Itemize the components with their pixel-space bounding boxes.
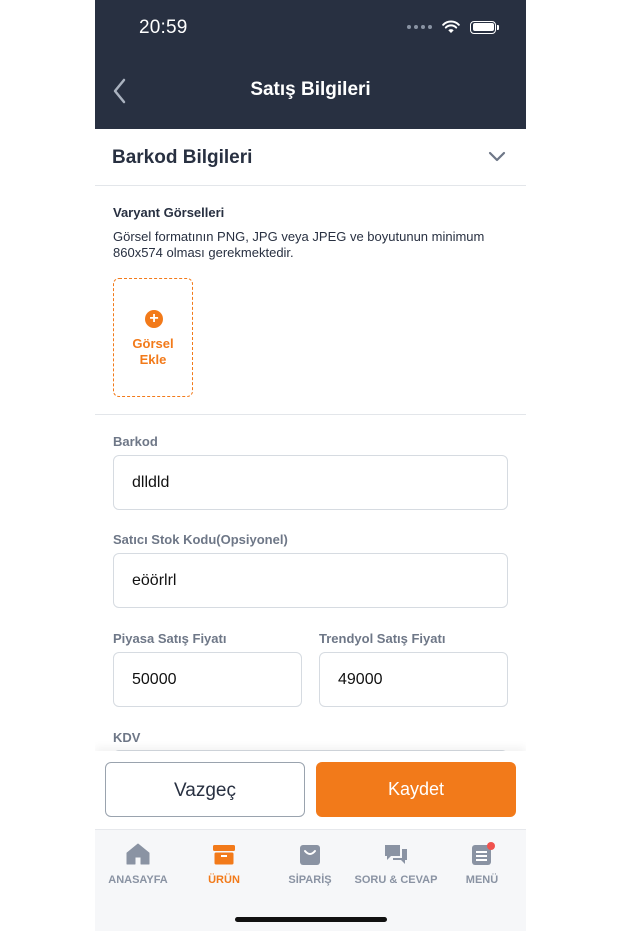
menu-icon	[472, 842, 495, 865]
status-icons	[407, 20, 499, 34]
tab-label: MENÜ	[465, 874, 499, 886]
tab-label: ÜRÜN	[208, 874, 240, 886]
home-indicator	[235, 917, 387, 922]
variant-images-title: Varyant Görselleri	[113, 205, 225, 220]
tab-orders[interactable]: SİPARİŞ	[267, 842, 353, 886]
chevron-down-icon[interactable]	[488, 149, 506, 165]
tab-questions[interactable]: SORU & CEVAP	[353, 842, 439, 886]
variant-images-description: Görsel formatının PNG, JPG veya JPEG ve …	[113, 229, 485, 260]
cellular-signal-icon	[407, 25, 432, 29]
save-button[interactable]: Kaydet	[316, 762, 516, 817]
market-price-input[interactable]: 50000	[113, 652, 302, 707]
shopping-bag-icon	[300, 845, 320, 865]
box-icon	[213, 845, 235, 865]
divider	[95, 414, 526, 415]
market-price-label: Piyasa Satış Fiyatı	[113, 631, 227, 646]
status-time: 20:59	[139, 17, 188, 38]
chat-icon	[385, 845, 407, 864]
tab-label: ANASAYFA	[108, 874, 168, 886]
action-bar: Vazgeç Kaydet	[95, 751, 526, 829]
add-image-label: Görsel Ekle	[132, 336, 174, 367]
cancel-button[interactable]: Vazgeç	[105, 762, 305, 817]
stock-code-input[interactable]: eöörlrl	[113, 553, 508, 608]
plus-circle-icon: +	[145, 310, 163, 328]
barcode-label: Barkod	[113, 434, 158, 449]
battery-icon	[470, 20, 499, 34]
tab-home[interactable]: ANASAYFA	[95, 842, 181, 886]
home-icon	[126, 843, 150, 865]
notification-dot	[487, 842, 495, 850]
tab-label: SİPARİŞ	[288, 874, 332, 886]
tab-label: SORU & CEVAP	[354, 874, 438, 886]
tab-product[interactable]: ÜRÜN	[181, 842, 267, 886]
page-title: Satış Bilgileri	[250, 79, 371, 100]
stock-code-label: Satıcı Stok Kodu(Opsiyonel)	[113, 532, 288, 547]
section-title: Barkod Bilgileri	[112, 147, 253, 168]
barcode-input[interactable]: dlldld	[113, 455, 508, 510]
add-image-button[interactable]: + Görsel Ekle	[113, 278, 193, 397]
trendyol-price-label: Trendyol Satış Fiyatı	[319, 631, 446, 646]
kdv-label: KDV	[113, 730, 141, 745]
wifi-icon	[442, 20, 460, 33]
trendyol-price-input[interactable]: 49000	[319, 652, 508, 707]
app-screen: 20:59 Satış Bilgileri Barkod Bilgileri V…	[95, 0, 526, 931]
tab-menu[interactable]: MENÜ	[439, 842, 525, 886]
header-bar: 20:59 Satış Bilgileri	[95, 0, 526, 129]
section-header-barcode[interactable]: Barkod Bilgileri	[95, 129, 526, 186]
bottom-tab-bar: ANASAYFA ÜRÜN SİPARİŞ SORU & CEVAP MENÜ	[95, 829, 526, 931]
